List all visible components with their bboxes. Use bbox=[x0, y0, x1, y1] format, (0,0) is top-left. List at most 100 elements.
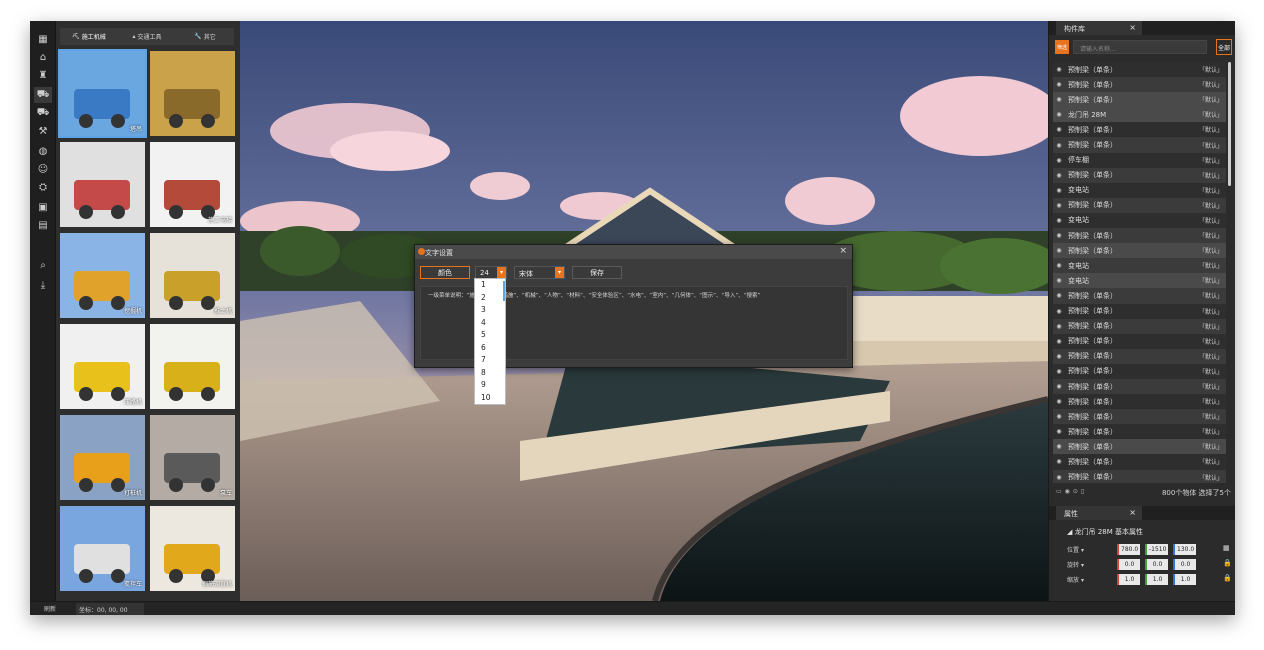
list-item[interactable]: ◉ 预制梁（单条） 「默认」 bbox=[1053, 454, 1226, 470]
component-list-scrollbar[interactable] bbox=[1228, 62, 1231, 186]
refresh-button[interactable]: 刷新 bbox=[44, 604, 56, 613]
crane-icon[interactable]: ♜ bbox=[34, 67, 52, 83]
lock-icon[interactable]: 🔒 bbox=[1223, 559, 1232, 567]
eye-icon[interactable]: ◉ bbox=[1053, 232, 1065, 239]
list-item[interactable]: ◉ 预制梁（单条） 「默认」 bbox=[1053, 424, 1226, 440]
chevron-down-icon[interactable]: ▾ bbox=[1081, 577, 1084, 584]
eye-icon[interactable]: ◉ bbox=[1053, 277, 1065, 284]
font-size-option[interactable]: 6 bbox=[475, 342, 505, 355]
library-thumbnail[interactable]: 压路机 bbox=[60, 324, 145, 409]
font-size-option[interactable]: 1 bbox=[475, 279, 505, 292]
list-tool-icons[interactable]: ▭◉⊙▯ bbox=[1056, 488, 1087, 495]
eye-icon[interactable]: ◉ bbox=[1053, 428, 1065, 435]
list-item[interactable]: ◉ 预制梁（单条） 「默认」 bbox=[1053, 348, 1226, 364]
search-icon[interactable]: ⌕ bbox=[34, 257, 52, 273]
list-item[interactable]: ◉ 停车棚 「默认」 bbox=[1053, 152, 1226, 168]
eye-icon[interactable]: ◉ bbox=[1053, 292, 1065, 299]
filter-button[interactable]: 筛选 bbox=[1055, 40, 1069, 54]
eye-icon[interactable]: ◉ bbox=[1053, 353, 1065, 360]
eye-icon[interactable]: ◉ bbox=[1053, 458, 1065, 465]
library-thumbnail[interactable]: 施工电梯 bbox=[150, 142, 235, 227]
list-item[interactable]: ◉ 预制梁（单条） 「默认」 bbox=[1053, 469, 1226, 483]
position-z-field[interactable]: 130.0 bbox=[1173, 544, 1196, 555]
tab-transport[interactable]: ▴ 交通工具 bbox=[118, 28, 176, 45]
machine-icon[interactable]: ⛟ bbox=[34, 87, 52, 103]
library-thumbnail[interactable]: 泵车 bbox=[150, 415, 235, 500]
eye-icon[interactable]: ◉ bbox=[1053, 368, 1065, 375]
list-item[interactable]: ◉ 预制梁（单条） 「默认」 bbox=[1053, 92, 1226, 108]
list-item[interactable]: ◉ 变电站 「默认」 bbox=[1053, 182, 1226, 198]
eye-icon[interactable]: ◉ bbox=[1053, 247, 1065, 254]
eye-icon[interactable]: ◉ bbox=[1053, 96, 1065, 103]
list-item[interactable]: ◉ 预制梁（单条） 「默认」 bbox=[1053, 363, 1226, 379]
chevron-down-icon[interactable]: ▾ bbox=[497, 267, 506, 278]
tab-component-library[interactable]: 构件库 × bbox=[1056, 21, 1142, 35]
list-item[interactable]: ◉ 预制梁（单条） 「默认」 bbox=[1053, 303, 1226, 319]
list-item[interactable]: ◉ 预制梁（单条） 「默认」 bbox=[1053, 333, 1226, 349]
font-size-option[interactable]: 10 bbox=[475, 392, 505, 405]
monitor-icon[interactable]: ▣ bbox=[34, 199, 52, 215]
people-icon[interactable]: ☺ bbox=[34, 161, 52, 177]
list-item[interactable]: ◉ 变电站 「默认」 bbox=[1053, 258, 1226, 274]
eye-icon[interactable]: ◉ bbox=[1053, 81, 1065, 88]
chevron-down-icon[interactable]: ▾ bbox=[1081, 547, 1084, 554]
eye-icon[interactable]: ◉ bbox=[1053, 202, 1065, 209]
tab-construction-machinery[interactable]: ⛏ 施工机械 bbox=[60, 28, 118, 45]
grid-icon[interactable]: ▦ bbox=[34, 31, 52, 47]
list-item[interactable]: ◉ 龙门吊 28M 「默认」 bbox=[1053, 107, 1226, 123]
properties-section-title[interactable]: ◢ 龙门吊 28M 基本属性 bbox=[1067, 527, 1143, 537]
globe-icon[interactable]: ◍ bbox=[34, 143, 52, 159]
eye-icon[interactable]: ◉ bbox=[1053, 172, 1065, 179]
list-item[interactable]: ◉ 变电站 「默认」 bbox=[1053, 212, 1226, 229]
font-size-option[interactable]: 5 bbox=[475, 329, 505, 342]
component-search-input[interactable]: 请输入名称... bbox=[1073, 40, 1207, 54]
tab-other[interactable]: 🔧 其它 bbox=[176, 28, 234, 45]
library-thumbnail[interactable] bbox=[60, 142, 145, 227]
list-item[interactable]: ◉ 预制梁（单条） 「默认」 bbox=[1053, 197, 1226, 213]
eye-icon[interactable]: ◉ bbox=[1053, 474, 1065, 481]
dropdown-scrollbar[interactable] bbox=[503, 281, 505, 301]
eye-icon[interactable]: ◉ bbox=[1053, 308, 1065, 315]
list-item[interactable]: ◉ 预制梁（单条） 「默认」 bbox=[1053, 167, 1226, 183]
library-thumbnail[interactable]: 推土机 bbox=[150, 233, 235, 318]
dialog-titlebar[interactable]: 文字设置 × bbox=[415, 245, 852, 259]
position-x-field[interactable]: 780.0 bbox=[1117, 544, 1140, 555]
list-item[interactable]: ◉ 预制梁（单条） 「默认」 bbox=[1053, 243, 1226, 259]
list-item[interactable]: ◉ 预制梁（单条） 「默认」 bbox=[1053, 439, 1226, 455]
library-thumbnail[interactable]: 搅拌车 bbox=[60, 506, 145, 591]
truck-icon[interactable]: ⛟ bbox=[34, 105, 52, 121]
close-icon[interactable]: × bbox=[1129, 508, 1136, 517]
font-size-option[interactable]: 9 bbox=[475, 379, 505, 392]
eye-icon[interactable]: ◉ bbox=[1053, 187, 1065, 194]
eye-icon[interactable]: ◉ bbox=[1053, 338, 1065, 345]
scale-z-field[interactable]: 1.0 bbox=[1173, 574, 1196, 585]
eye-icon[interactable]: ◉ bbox=[1053, 262, 1065, 269]
list-item[interactable]: ◉ 预制梁（单条） 「默认」 bbox=[1053, 77, 1226, 93]
download-icon[interactable]: ⤓ bbox=[34, 277, 52, 293]
eye-icon[interactable]: ◉ bbox=[1053, 323, 1065, 330]
list-item[interactable]: ◉ 预制梁（单条） 「默认」 bbox=[1053, 318, 1226, 334]
font-size-option[interactable]: 3 bbox=[475, 304, 505, 317]
rotation-z-field[interactable]: 0.0 bbox=[1173, 559, 1196, 570]
all-button[interactable]: 全部 bbox=[1216, 39, 1232, 55]
eye-icon[interactable]: ◉ bbox=[1053, 157, 1065, 164]
font-size-option[interactable]: 8 bbox=[475, 367, 505, 380]
rotation-y-field[interactable]: 0.0 bbox=[1145, 559, 1168, 570]
lock-icon[interactable]: 🔒 bbox=[1223, 574, 1232, 582]
list-item[interactable]: ◉ 预制梁（单条） 「默认」 bbox=[1053, 137, 1226, 153]
font-family-select[interactable]: 宋体 ▾ bbox=[514, 266, 565, 279]
position-y-field[interactable]: -1510 bbox=[1145, 544, 1168, 555]
home-icon[interactable]: ⌂ bbox=[34, 49, 52, 65]
library-thumbnail[interactable] bbox=[150, 51, 235, 136]
eye-icon[interactable]: ◉ bbox=[1053, 217, 1065, 224]
eye-icon[interactable]: ◉ bbox=[1053, 398, 1065, 405]
library-thumbnail[interactable]: 钢筋调直机 bbox=[150, 506, 235, 591]
library-thumbnail[interactable]: 挖掘机 bbox=[60, 233, 145, 318]
tool-icon[interactable]: ⚒ bbox=[34, 123, 52, 139]
grid-icon[interactable]: ▦ bbox=[1223, 544, 1230, 552]
list-item[interactable]: ◉ 变电站 「默认」 bbox=[1053, 273, 1226, 289]
chevron-down-icon[interactable]: ▾ bbox=[555, 267, 564, 278]
list-item[interactable]: ◉ 预制梁（单条） 「默认」 bbox=[1053, 394, 1226, 410]
eye-icon[interactable]: ◉ bbox=[1053, 66, 1065, 73]
save-button[interactable]: 保存 bbox=[572, 266, 622, 279]
